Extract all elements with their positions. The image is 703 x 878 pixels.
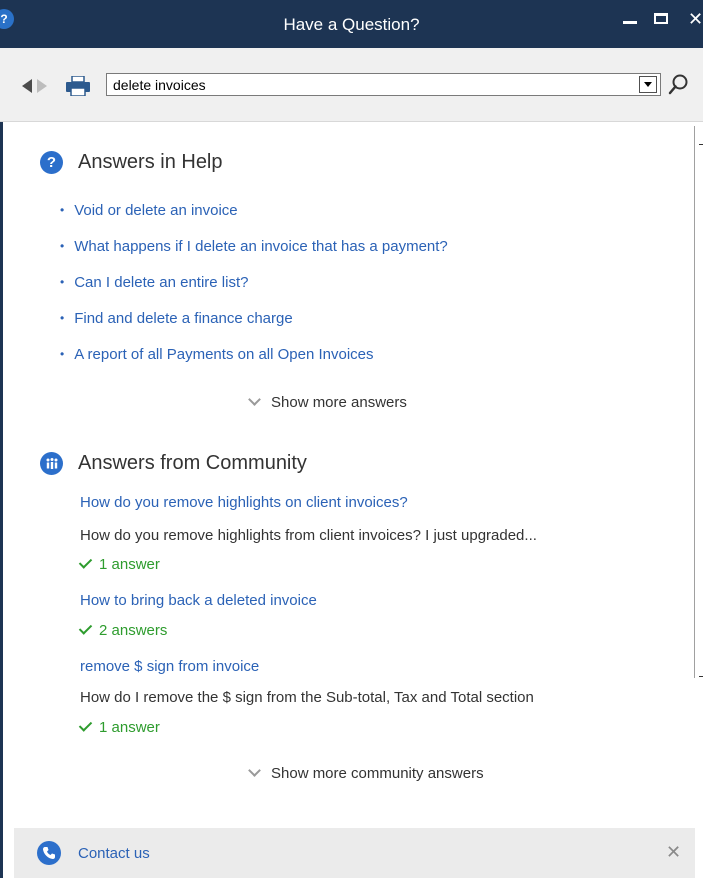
- chevron-down-icon: [248, 764, 261, 777]
- close-window-icon[interactable]: ✕: [688, 9, 703, 30]
- help-section-header: ? Answers in Help: [40, 151, 223, 174]
- check-icon: [78, 620, 93, 635]
- answer-count[interactable]: 2 answers: [78, 620, 167, 639]
- search-icon[interactable]: [668, 73, 690, 95]
- answer-count[interactable]: 1 answer: [78, 717, 160, 736]
- chevron-down-icon: [248, 393, 261, 406]
- show-more-answers-button[interactable]: Show more answers: [248, 393, 407, 411]
- show-more-community-button[interactable]: Show more community answers: [248, 764, 484, 782]
- forward-arrow-icon[interactable]: [37, 79, 47, 93]
- search-combobox: [106, 73, 661, 96]
- results-pane: ? Answers in Help • Void or delete an inv…: [0, 122, 695, 828]
- window-title: Have a Question?: [283, 15, 420, 34]
- help-result-link[interactable]: • Find and delete a finance charge: [60, 300, 448, 336]
- check-icon: [78, 717, 93, 732]
- community-section-header: Answers from Community: [40, 452, 307, 475]
- contact-footer: Contact us ✕: [14, 828, 695, 878]
- help-section-title: Answers in Help: [78, 151, 223, 173]
- maximize-icon[interactable]: [654, 13, 668, 24]
- question-icon: ?: [40, 151, 63, 174]
- help-result-link[interactable]: • Can I delete an entire list?: [60, 264, 448, 300]
- community-section-title: Answers from Community: [78, 452, 307, 474]
- check-icon: [78, 554, 93, 569]
- help-result-link[interactable]: • Void or delete an invoice: [60, 192, 448, 228]
- community-question-link[interactable]: How do you remove highlights on client i…: [80, 494, 408, 511]
- printer-icon[interactable]: [66, 76, 90, 96]
- phone-icon: [37, 841, 61, 865]
- help-result-link[interactable]: • What happens if I delete an invoice tha…: [60, 228, 448, 264]
- community-snippet: How do I remove the $ sign from the Sub-…: [80, 689, 534, 706]
- community-icon: [40, 452, 63, 475]
- toolbar: [0, 48, 703, 122]
- close-icon[interactable]: ✕: [666, 842, 681, 863]
- search-input[interactable]: [107, 74, 639, 95]
- help-results-list: • Void or delete an invoice • What happens…: [60, 192, 448, 372]
- scrollbar[interactable]: [694, 126, 703, 678]
- back-arrow-icon[interactable]: [22, 79, 32, 93]
- title-bar: ? Have a Question? ✕: [0, 0, 703, 48]
- answer-count[interactable]: 1 answer: [78, 554, 160, 573]
- dropdown-button[interactable]: [639, 76, 657, 93]
- minimize-icon[interactable]: [623, 21, 637, 24]
- dropdown-icon: [644, 82, 652, 87]
- community-snippet: How do you remove highlights from client…: [80, 527, 537, 544]
- help-result-link[interactable]: • A report of all Payments on all Open In…: [60, 336, 448, 372]
- contact-us-link[interactable]: Contact us: [78, 845, 150, 862]
- community-question-link[interactable]: How to bring back a deleted invoice: [80, 592, 317, 609]
- community-question-link[interactable]: remove $ sign from invoice: [80, 658, 259, 675]
